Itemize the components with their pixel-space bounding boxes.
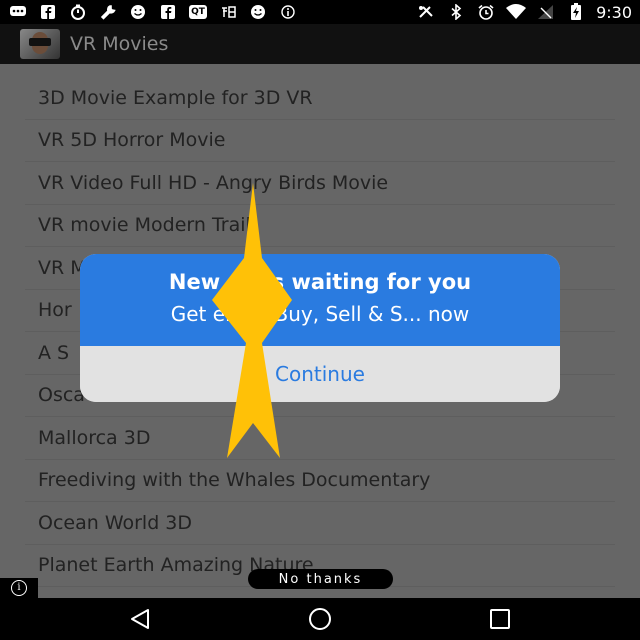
info-icon: i (11, 580, 27, 596)
back-icon (131, 609, 149, 629)
back-button[interactable] (118, 606, 162, 632)
recents-button[interactable] (478, 606, 522, 632)
navigation-bar (0, 598, 640, 640)
no-thanks-button[interactable]: No thanks (248, 569, 393, 589)
ad-info-button[interactable]: i (0, 578, 38, 598)
home-icon (309, 608, 331, 630)
recents-icon (490, 609, 510, 629)
swipe-arrow-icon (212, 183, 292, 458)
home-button[interactable] (298, 606, 342, 632)
